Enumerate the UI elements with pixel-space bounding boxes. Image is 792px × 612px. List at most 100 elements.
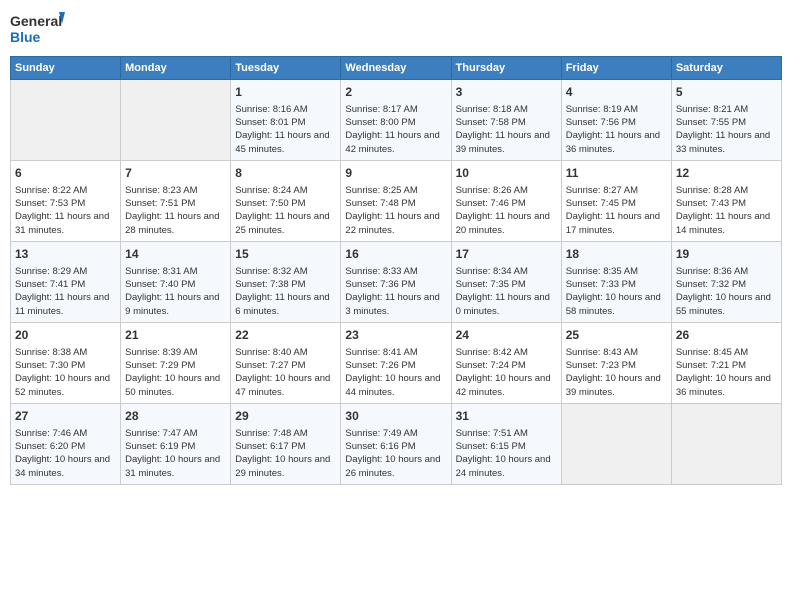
calendar-cell	[121, 80, 231, 161]
calendar-cell: 5 Sunrise: 8:21 AMSunset: 7:55 PMDaylight…	[671, 80, 781, 161]
day-number: 9	[345, 165, 446, 182]
day-info: Sunrise: 8:26 AMSunset: 7:46 PMDaylight:…	[456, 184, 557, 237]
day-info: Sunrise: 8:27 AMSunset: 7:45 PMDaylight:…	[566, 184, 667, 237]
day-number: 17	[456, 246, 557, 263]
day-info: Sunrise: 8:36 AMSunset: 7:32 PMDaylight:…	[676, 265, 777, 318]
calendar-table: SundayMondayTuesdayWednesdayThursdayFrid…	[10, 56, 782, 485]
svg-text:Blue: Blue	[10, 29, 41, 45]
day-number: 23	[345, 327, 446, 344]
calendar-cell: 16 Sunrise: 8:33 AMSunset: 7:36 PMDayligh…	[341, 241, 451, 322]
day-info: Sunrise: 8:21 AMSunset: 7:55 PMDaylight:…	[676, 103, 777, 156]
day-number: 2	[345, 84, 446, 101]
calendar-cell	[11, 80, 121, 161]
day-number: 8	[235, 165, 336, 182]
logo-svg: General Blue	[10, 10, 65, 50]
weekday-header-row: SundayMondayTuesdayWednesdayThursdayFrid…	[11, 57, 782, 80]
day-number: 19	[676, 246, 777, 263]
day-info: Sunrise: 8:25 AMSunset: 7:48 PMDaylight:…	[345, 184, 446, 237]
week-row-5: 27Sunrise: 7:46 AMSunset: 6:20 PMDayligh…	[11, 403, 782, 484]
day-number: 27	[15, 408, 116, 425]
calendar-cell	[561, 403, 671, 484]
day-number: 20	[15, 327, 116, 344]
calendar-cell: 12 Sunrise: 8:28 AMSunset: 7:43 PMDayligh…	[671, 160, 781, 241]
calendar-cell: 11 Sunrise: 8:27 AMSunset: 7:45 PMDayligh…	[561, 160, 671, 241]
calendar-cell: 4Sunrise: 8:19 AMSunset: 7:56 PMDaylight…	[561, 80, 671, 161]
calendar-cell: 3 Sunrise: 8:18 AMSunset: 7:58 PMDaylight…	[451, 80, 561, 161]
day-number: 11	[566, 165, 667, 182]
day-info: Sunrise: 8:23 AMSunset: 7:51 PMDaylight:…	[125, 184, 226, 237]
day-info: Sunrise: 8:39 AMSunset: 7:29 PMDaylight:…	[125, 346, 226, 399]
day-number: 15	[235, 246, 336, 263]
day-number: 22	[235, 327, 336, 344]
day-number: 7	[125, 165, 226, 182]
day-number: 25	[566, 327, 667, 344]
calendar-cell: 25Sunrise: 8:43 AMSunset: 7:23 PMDayligh…	[561, 322, 671, 403]
weekday-header-sunday: Sunday	[11, 57, 121, 80]
day-info: Sunrise: 8:41 AMSunset: 7:26 PMDaylight:…	[345, 346, 446, 399]
day-info: Sunrise: 8:16 AMSunset: 8:01 PMDaylight:…	[235, 103, 336, 156]
day-number: 5	[676, 84, 777, 101]
day-number: 24	[456, 327, 557, 344]
day-info: Sunrise: 8:34 AMSunset: 7:35 PMDaylight:…	[456, 265, 557, 318]
day-number: 18	[566, 246, 667, 263]
calendar-cell: 26 Sunrise: 8:45 AMSunset: 7:21 PMDayligh…	[671, 322, 781, 403]
day-info: Sunrise: 8:17 AMSunset: 8:00 PMDaylight:…	[345, 103, 446, 156]
day-info: Sunrise: 8:24 AMSunset: 7:50 PMDaylight:…	[235, 184, 336, 237]
day-info: Sunrise: 8:31 AMSunset: 7:40 PMDaylight:…	[125, 265, 226, 318]
page-header: General Blue	[10, 10, 782, 50]
calendar-cell: 28 Sunrise: 7:47 AMSunset: 6:19 PMDayligh…	[121, 403, 231, 484]
day-info: Sunrise: 7:49 AMSunset: 6:16 PMDaylight:…	[345, 427, 446, 480]
day-number: 1	[235, 84, 336, 101]
day-info: Sunrise: 8:32 AMSunset: 7:38 PMDaylight:…	[235, 265, 336, 318]
calendar-cell: 14 Sunrise: 8:31 AMSunset: 7:40 PMDayligh…	[121, 241, 231, 322]
calendar-cell: 24 Sunrise: 8:42 AMSunset: 7:24 PMDayligh…	[451, 322, 561, 403]
calendar-cell: 13 Sunrise: 8:29 AMSunset: 7:41 PMDayligh…	[11, 241, 121, 322]
day-number: 13	[15, 246, 116, 263]
calendar-cell: 10Sunrise: 8:26 AMSunset: 7:46 PMDayligh…	[451, 160, 561, 241]
svg-text:General: General	[10, 13, 62, 29]
day-info: Sunrise: 8:19 AMSunset: 7:56 PMDaylight:…	[566, 103, 667, 156]
calendar-cell: 8 Sunrise: 8:24 AMSunset: 7:50 PMDaylight…	[231, 160, 341, 241]
calendar-cell: 2 Sunrise: 8:17 AMSunset: 8:00 PMDaylight…	[341, 80, 451, 161]
day-info: Sunrise: 8:45 AMSunset: 7:21 PMDaylight:…	[676, 346, 777, 399]
day-number: 3	[456, 84, 557, 101]
calendar-cell: 9 Sunrise: 8:25 AMSunset: 7:48 PMDaylight…	[341, 160, 451, 241]
calendar-cell: 1 Sunrise: 8:16 AMSunset: 8:01 PMDaylight…	[231, 80, 341, 161]
day-number: 12	[676, 165, 777, 182]
day-number: 6	[15, 165, 116, 182]
calendar-cell: 7 Sunrise: 8:23 AMSunset: 7:51 PMDaylight…	[121, 160, 231, 241]
day-info: Sunrise: 7:47 AMSunset: 6:19 PMDaylight:…	[125, 427, 226, 480]
day-number: 14	[125, 246, 226, 263]
day-info: Sunrise: 8:29 AMSunset: 7:41 PMDaylight:…	[15, 265, 116, 318]
day-number: 21	[125, 327, 226, 344]
calendar-cell: 19 Sunrise: 8:36 AMSunset: 7:32 PMDayligh…	[671, 241, 781, 322]
day-info: Sunrise: 8:38 AMSunset: 7:30 PMDaylight:…	[15, 346, 116, 399]
calendar-cell: 22Sunrise: 8:40 AMSunset: 7:27 PMDayligh…	[231, 322, 341, 403]
weekday-header-monday: Monday	[121, 57, 231, 80]
calendar-cell: 27Sunrise: 7:46 AMSunset: 6:20 PMDayligh…	[11, 403, 121, 484]
week-row-4: 20 Sunrise: 8:38 AMSunset: 7:30 PMDayligh…	[11, 322, 782, 403]
calendar-cell: 30Sunrise: 7:49 AMSunset: 6:16 PMDayligh…	[341, 403, 451, 484]
day-number: 28	[125, 408, 226, 425]
calendar-cell: 31 Sunrise: 7:51 AMSunset: 6:15 PMDayligh…	[451, 403, 561, 484]
day-info: Sunrise: 7:48 AMSunset: 6:17 PMDaylight:…	[235, 427, 336, 480]
calendar-cell: 18 Sunrise: 8:35 AMSunset: 7:33 PMDayligh…	[561, 241, 671, 322]
day-number: 26	[676, 327, 777, 344]
day-info: Sunrise: 8:18 AMSunset: 7:58 PMDaylight:…	[456, 103, 557, 156]
day-info: Sunrise: 7:51 AMSunset: 6:15 PMDaylight:…	[456, 427, 557, 480]
day-info: Sunrise: 8:28 AMSunset: 7:43 PMDaylight:…	[676, 184, 777, 237]
weekday-header-thursday: Thursday	[451, 57, 561, 80]
week-row-2: 6Sunrise: 8:22 AMSunset: 7:53 PMDaylight…	[11, 160, 782, 241]
calendar-cell: 6Sunrise: 8:22 AMSunset: 7:53 PMDaylight…	[11, 160, 121, 241]
calendar-cell: 23 Sunrise: 8:41 AMSunset: 7:26 PMDayligh…	[341, 322, 451, 403]
logo: General Blue	[10, 10, 65, 50]
day-info: Sunrise: 8:35 AMSunset: 7:33 PMDaylight:…	[566, 265, 667, 318]
week-row-3: 13 Sunrise: 8:29 AMSunset: 7:41 PMDayligh…	[11, 241, 782, 322]
day-info: Sunrise: 8:42 AMSunset: 7:24 PMDaylight:…	[456, 346, 557, 399]
calendar-cell: 17 Sunrise: 8:34 AMSunset: 7:35 PMDayligh…	[451, 241, 561, 322]
calendar-cell: 15 Sunrise: 8:32 AMSunset: 7:38 PMDayligh…	[231, 241, 341, 322]
day-number: 16	[345, 246, 446, 263]
day-info: Sunrise: 8:33 AMSunset: 7:36 PMDaylight:…	[345, 265, 446, 318]
day-number: 31	[456, 408, 557, 425]
weekday-header-wednesday: Wednesday	[341, 57, 451, 80]
